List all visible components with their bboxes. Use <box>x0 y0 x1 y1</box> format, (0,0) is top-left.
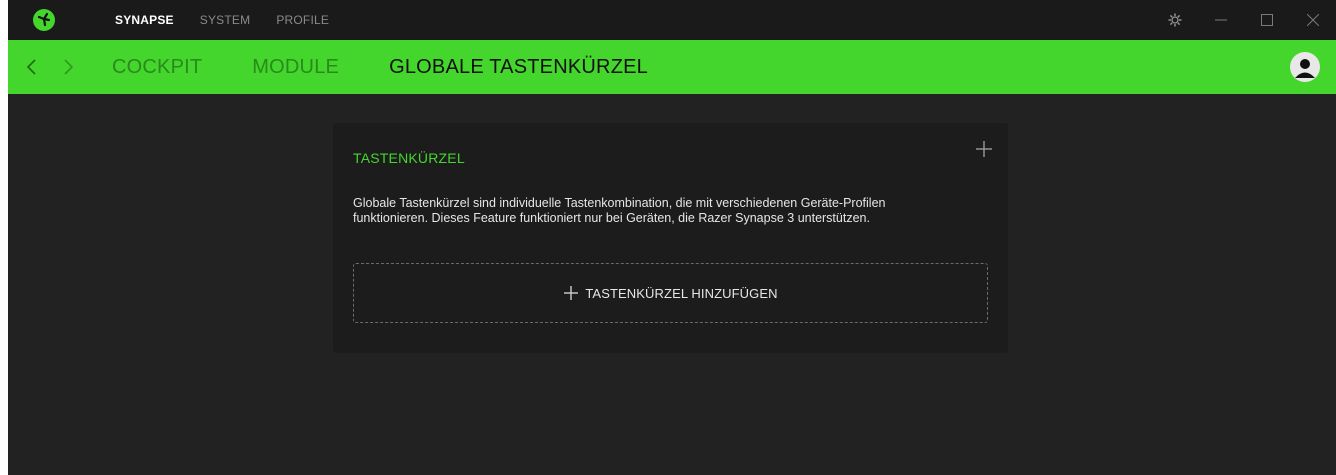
chevron-right-icon <box>64 59 74 75</box>
card-title: TASTENKÜRZEL <box>353 150 465 166</box>
user-avatar-icon <box>1295 59 1315 78</box>
user-avatar-button[interactable] <box>1290 52 1320 82</box>
description-line: Globale Tastenkürzel sind individuelle T… <box>353 196 886 210</box>
top-tabs: SYNAPSE SYSTEM PROFILE <box>115 0 355 40</box>
chevron-left-icon <box>26 59 36 75</box>
shortcuts-card: TASTENKÜRZEL Globale Tastenkürzel sind i… <box>333 123 1008 353</box>
settings-button[interactable] <box>1152 0 1198 40</box>
nav-item-module[interactable]: MODULE <box>252 56 339 79</box>
add-shortcut-button[interactable]: TASTENKÜRZEL HINZUFÜGEN <box>353 263 988 323</box>
maximize-icon <box>1261 14 1273 26</box>
close-icon <box>1307 14 1319 26</box>
nav-items: COCKPIT MODULE GLOBALE TASTENKÜRZEL <box>112 40 698 94</box>
razer-logo-icon <box>32 8 56 32</box>
nav-item-cockpit[interactable]: COCKPIT <box>112 56 202 79</box>
tab-system[interactable]: SYSTEM <box>200 13 251 27</box>
add-shortcut-content: TASTENKÜRZEL HINZUFÜGEN <box>563 285 778 301</box>
window-controls <box>1152 0 1336 40</box>
maximize-button[interactable] <box>1244 0 1290 40</box>
title-bar: SYNAPSE SYSTEM PROFILE <box>8 0 1336 40</box>
nav-bar: COCKPIT MODULE GLOBALE TASTENKÜRZEL <box>8 40 1336 94</box>
plus-icon <box>564 286 579 300</box>
tab-profile[interactable]: PROFILE <box>276 13 329 27</box>
tab-synapse[interactable]: SYNAPSE <box>115 13 174 27</box>
minimize-button[interactable] <box>1198 0 1244 40</box>
nav-item-global-shortcuts[interactable]: GLOBALE TASTENKÜRZEL <box>389 56 648 79</box>
plus-icon <box>976 141 992 157</box>
minimize-icon <box>1215 19 1227 21</box>
app-window: SYNAPSE SYSTEM PROFILE COCKPIT MODULE GL… <box>8 0 1336 475</box>
forward-button[interactable] <box>58 57 78 77</box>
description-line: funktionieren. Dieses Feature funktionie… <box>353 211 870 225</box>
add-shortcut-label: TASTENKÜRZEL HINZUFÜGEN <box>585 285 778 301</box>
card-description: Globale Tastenkürzel sind individuelle T… <box>353 196 973 226</box>
add-shortcut-icon-button[interactable] <box>974 139 994 159</box>
gear-icon <box>1168 13 1182 27</box>
back-button[interactable] <box>22 57 42 77</box>
close-button[interactable] <box>1290 0 1336 40</box>
